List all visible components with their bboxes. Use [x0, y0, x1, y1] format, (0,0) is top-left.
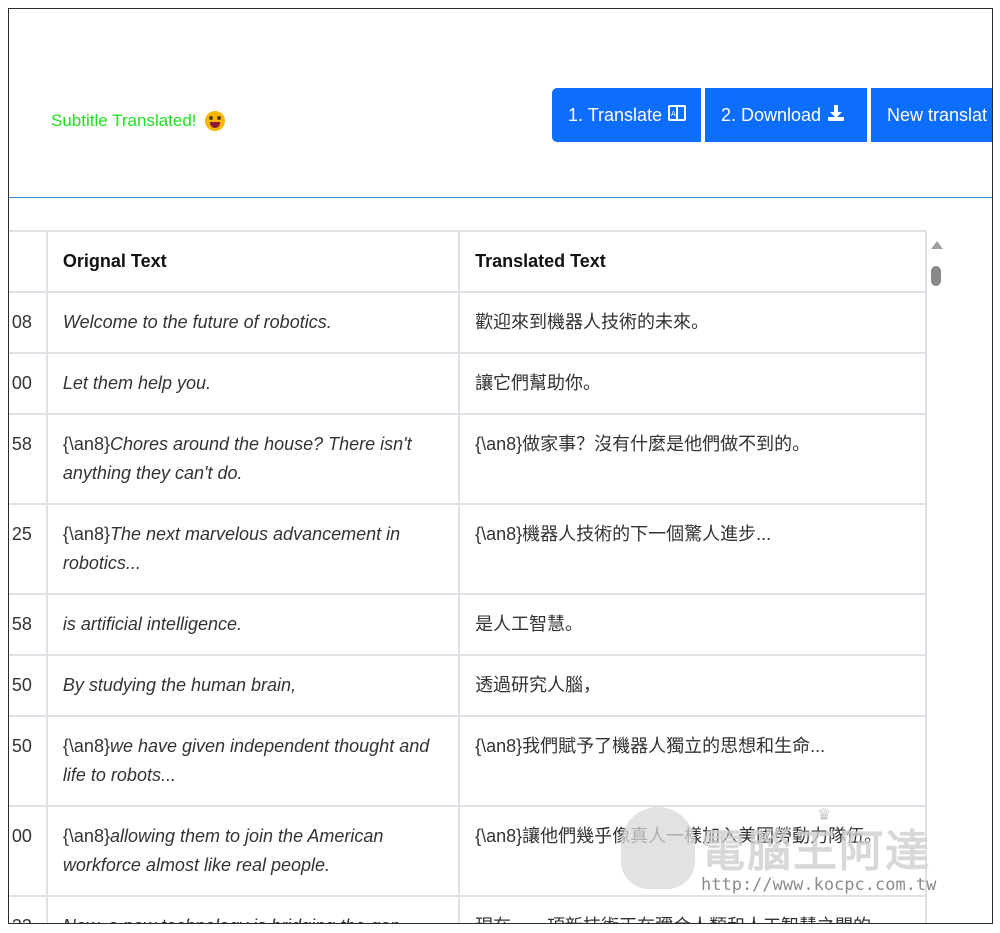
original-text-cell: Now, a new technology is bridging the ga…: [45, 895, 461, 923]
time-cell: 50: [9, 654, 48, 717]
original-text-cell: Welcome to the future of robotics.: [45, 291, 461, 354]
time-cell: 58: [9, 593, 48, 656]
subtitle-tag: {\an8}: [62, 524, 110, 544]
status-text: Subtitle Translated!: [51, 111, 197, 130]
grinning-face-icon: [204, 111, 225, 131]
translated-text-cell: {\an8}讓他們幾乎像真人一樣加入美國勞動力隊伍。: [458, 805, 927, 897]
subtitle-tag: {\an8}: [62, 736, 110, 756]
translated-text-cell: {\an8}我們賦予了機器人獨立的思想和生命...: [458, 715, 927, 807]
time-cell: 08: [9, 291, 48, 354]
time-cell: 00: [9, 805, 48, 897]
table-row: 00 Let them help you. 讓它們幫助你。: [9, 352, 927, 415]
translated-text-cell: 現在，一項新技術正在彌合人類和人工智慧之間的: [458, 895, 927, 923]
column-header-translated: Translated Text: [458, 230, 927, 293]
time-cell: 50: [9, 715, 48, 807]
download-icon: [827, 104, 845, 127]
app-window: Subtitle Translated! 1. Translate A 2. D…: [8, 8, 993, 924]
translate-book-icon: A: [668, 104, 687, 127]
time-cell: 25: [9, 503, 48, 595]
translated-text-cell: {\an8}做家事？沒有什麼是他們做不到的。: [458, 413, 927, 505]
original-text-cell: is artificial intelligence.: [45, 593, 461, 656]
svg-text:A: A: [671, 110, 676, 118]
translated-text-cell: 歡迎來到機器人技術的未來。: [458, 291, 927, 354]
section-divider: [9, 197, 992, 198]
original-text-cell: {\an8}we have given independent thought …: [45, 715, 461, 807]
table-row: 58 is artificial intelligence. 是人工智慧。: [9, 593, 927, 656]
translate-button-label: 1. Translate: [568, 104, 663, 125]
time-cell: 58: [9, 413, 48, 505]
table-row: 00 {\an8}allowing them to join the Ameri…: [9, 805, 927, 897]
original-text-cell: Let them help you.: [45, 352, 461, 415]
original-text: The next marvelous advancement in roboti…: [62, 524, 401, 573]
table-row: 25 {\an8}The next marvelous advancement …: [9, 503, 927, 595]
subtitle-tag: {\an8}: [62, 826, 110, 846]
column-header-time: [9, 230, 48, 293]
download-button-label: 2. Download: [721, 104, 822, 125]
translated-text-cell: 是人工智慧。: [458, 593, 927, 656]
original-text: we have given independent thought and li…: [62, 736, 430, 785]
original-text-cell: {\an8}The next marvelous advancement in …: [45, 503, 461, 595]
table-row: 50 By studying the human brain, 透過研究人腦，: [9, 654, 927, 717]
subtitle-table-container[interactable]: Orignal Text Translated Text 08 Welcome …: [9, 230, 927, 923]
original-text: Chores around the house? There isn't any…: [62, 434, 412, 483]
table-scrollbar[interactable]: [927, 237, 945, 923]
table-row: 58 {\an8}Chores around the house? There …: [9, 413, 927, 505]
table-row: 33 Now, a new technology is bridging the…: [9, 895, 927, 923]
table-row: 50 {\an8}we have given independent thoug…: [9, 715, 927, 807]
time-cell: 33: [9, 895, 48, 923]
action-button-group: 1. Translate A 2. Download New translat: [552, 88, 992, 142]
original-text: allowing them to join the American workf…: [62, 826, 384, 875]
download-button[interactable]: 2. Download: [705, 88, 867, 142]
time-cell: 00: [9, 352, 48, 415]
table-row: 08 Welcome to the future of robotics. 歡迎…: [9, 291, 927, 354]
status-message: Subtitle Translated!: [51, 111, 225, 131]
scroll-thumb[interactable]: [931, 266, 941, 286]
original-text-cell: {\an8}Chores around the house? There isn…: [45, 413, 461, 505]
translated-text-cell: 透過研究人腦，: [458, 654, 927, 717]
new-translation-button-label: New translat: [887, 104, 988, 125]
table-header-row: Orignal Text Translated Text: [9, 230, 927, 293]
original-text-cell: {\an8}allowing them to join the American…: [45, 805, 461, 897]
subtitle-table: Orignal Text Translated Text 08 Welcome …: [9, 230, 927, 923]
translated-text-cell: 讓它們幫助你。: [458, 352, 927, 415]
translate-button[interactable]: 1. Translate A: [552, 88, 701, 142]
original-text-cell: By studying the human brain,: [45, 654, 461, 717]
translated-text-cell: {\an8}機器人技術的下一個驚人進步...: [458, 503, 927, 595]
scroll-up-arrow-icon[interactable]: [931, 241, 943, 249]
column-header-original: Orignal Text: [45, 230, 461, 293]
new-translation-button[interactable]: New translat: [871, 88, 992, 142]
subtitle-tag: {\an8}: [62, 434, 110, 454]
